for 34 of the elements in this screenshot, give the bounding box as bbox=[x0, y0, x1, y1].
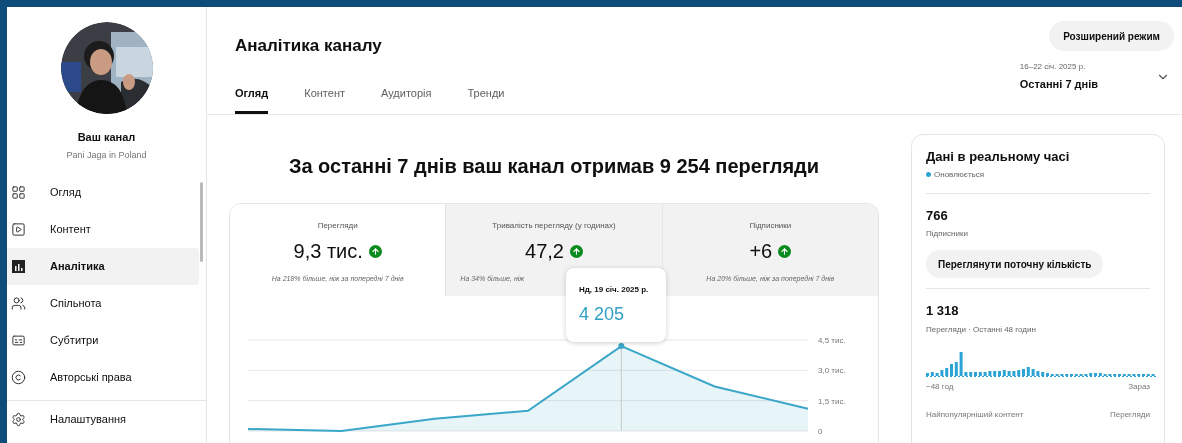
tooltip-date: Нд, 19 січ. 2025 р. bbox=[579, 284, 650, 296]
views-label: Перегляди · Останні 48 годин bbox=[926, 323, 1037, 336]
tab[interactable]: Тренди bbox=[467, 84, 505, 114]
channel-title: Ваш канал bbox=[77, 130, 136, 145]
show-count-button[interactable]: Переглянути поточну кількість bbox=[926, 250, 1104, 278]
top-content-heading: Найпопулярніший контент bbox=[926, 408, 1024, 421]
channel-name: Pani Jaga in Poland bbox=[66, 148, 147, 162]
sidebar-item[interactable]: Контент bbox=[7, 211, 199, 248]
sidebar-item[interactable]: Налаштування bbox=[7, 401, 199, 438]
y-tick-label: 1,5 тис. bbox=[818, 396, 846, 406]
tab[interactable]: Контент bbox=[304, 84, 345, 114]
advanced-mode-button[interactable]: Розширений режим bbox=[1049, 21, 1174, 51]
sidebar-item[interactable]: Аналітика bbox=[7, 248, 199, 285]
tooltip-value: 4 205 bbox=[579, 303, 626, 326]
subscriber-count: 766 bbox=[926, 206, 949, 225]
live-status: Оновлюється bbox=[926, 168, 1150, 181]
y-tick-label: 4,5 тис. bbox=[818, 336, 846, 345]
tab[interactable]: Огляд bbox=[235, 84, 269, 114]
sidebar-item[interactable]: Авторські права bbox=[7, 359, 199, 396]
date-range-dropdown[interactable]: 16–22 січ. 2025 р. Останні 7 днів bbox=[1019, 61, 1170, 93]
sidebar-item[interactable]: Субтитри bbox=[7, 322, 199, 359]
tab[interactable]: Аудиторія bbox=[381, 84, 432, 114]
page-title: Аналітика каналу bbox=[235, 35, 383, 57]
sidebar-item[interactable]: Огляд bbox=[7, 174, 199, 211]
axis-end-label: Зараз bbox=[1128, 380, 1150, 393]
y-tick-label: 0 bbox=[818, 427, 823, 436]
views-column-heading: Перегляди bbox=[1110, 408, 1150, 421]
subscriber-label: Підписники bbox=[926, 228, 969, 240]
sidebar-item[interactable]: Спільнота bbox=[7, 285, 199, 322]
y-tick-label: 3,0 тис. bbox=[818, 366, 846, 376]
realtime-title: Дані в реальному часі bbox=[926, 148, 1071, 166]
views-count: 1 318 bbox=[926, 302, 960, 320]
axis-start-label: −48 год bbox=[926, 380, 954, 393]
headline: За останні 7 днів ваш канал отримав 9 254 перегляди bbox=[287, 154, 821, 179]
